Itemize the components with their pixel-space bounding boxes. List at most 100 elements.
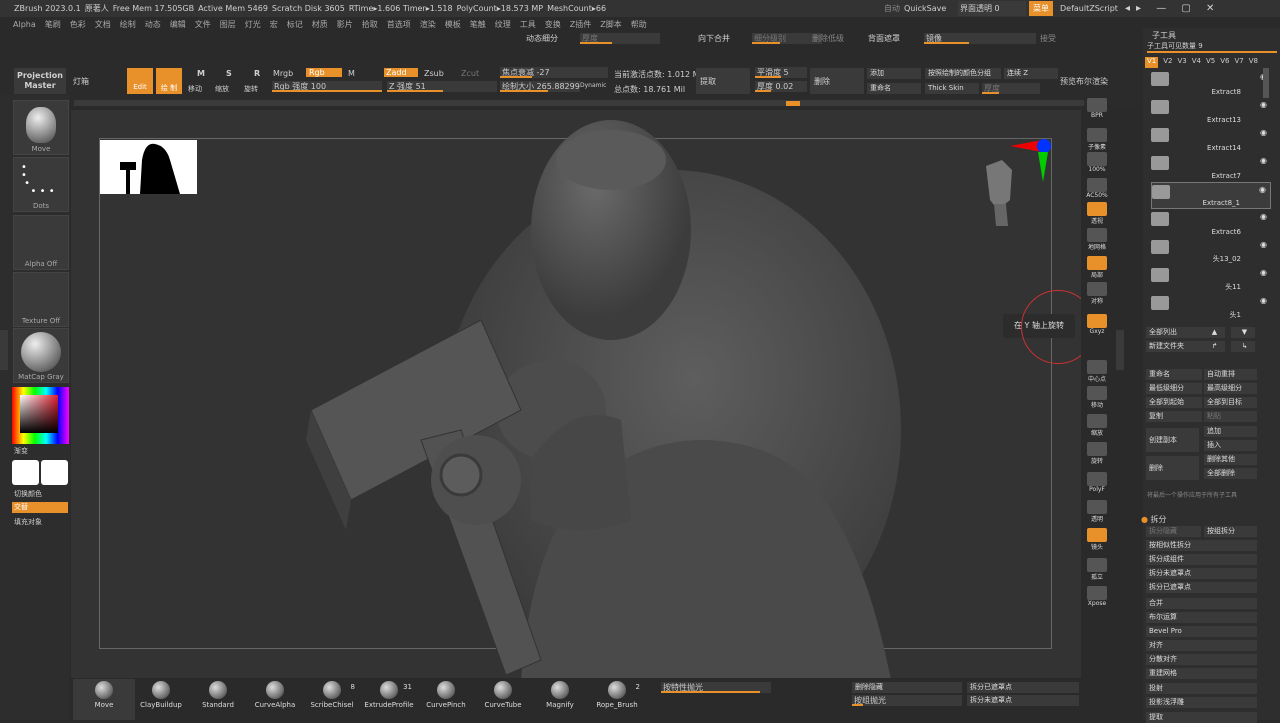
smooth-slider[interactable]: 厚度: [580, 33, 660, 44]
polish-groups-slider[interactable]: 按组抛光: [852, 695, 962, 706]
new-folder-button[interactable]: 新建文件夹: [1146, 341, 1206, 352]
menu-item[interactable]: 标记: [287, 19, 303, 30]
shelf-button[interactable]: Gxyz: [1083, 314, 1111, 340]
menu-item[interactable]: 渲染: [420, 19, 436, 30]
rotate-mode-button[interactable]: 旋转: [244, 84, 258, 94]
stroke-thumbnail[interactable]: • • • • • • Dots: [13, 157, 69, 212]
brush-button[interactable]: ExtrudeProfile 31: [358, 679, 420, 720]
menu-item[interactable]: 影片: [337, 19, 353, 30]
left-collapse-handle[interactable]: [0, 330, 8, 370]
version-tab[interactable]: V4: [1192, 57, 1201, 68]
menu-item[interactable]: 笔触: [470, 19, 486, 30]
color-picker[interactable]: [12, 387, 69, 444]
mirror-slider[interactable]: 镜像: [924, 33, 1036, 44]
version-tab[interactable]: V6: [1220, 57, 1229, 68]
draw-size-slider[interactable]: 绘制大小 265.88299: [500, 81, 580, 92]
append-button[interactable]: 追加: [1204, 426, 1257, 437]
boolean-section[interactable]: 布尔运算: [1146, 612, 1257, 623]
viewport-canvas[interactable]: 在 Y 轴上旋转: [71, 110, 1081, 678]
secondary-color-swatch[interactable]: [41, 460, 68, 485]
alternate-button[interactable]: 交替: [12, 502, 68, 513]
shelf-button[interactable]: 旋转: [1083, 442, 1111, 468]
zsub-button[interactable]: Zsub: [424, 69, 444, 78]
menu-item[interactable]: Alpha: [13, 20, 36, 29]
project-shallow-section[interactable]: 投影浅浮雕: [1146, 697, 1257, 708]
shelf-button[interactable]: 对称: [1083, 282, 1111, 308]
menu-item[interactable]: 材质: [312, 19, 328, 30]
all-low-button[interactable]: 全部到起始: [1146, 397, 1202, 408]
shelf-button[interactable]: 地网格: [1083, 228, 1111, 254]
back-mask-button[interactable]: 背面遮罩: [868, 33, 900, 44]
list-all-button[interactable]: 全部列出: [1146, 327, 1206, 338]
merge-up-icon[interactable]: ↱: [1201, 341, 1225, 352]
menu-item[interactable]: Z脚本: [600, 19, 621, 30]
extract-smooth-slider[interactable]: 平滑度 5: [755, 67, 807, 78]
visible-count-slider[interactable]: 子工具可见数量 9: [1147, 41, 1259, 50]
delete-subtool-button[interactable]: 删除: [1146, 456, 1199, 480]
z-intensity-slider[interactable]: Z 强度 51: [387, 81, 497, 92]
auto-reorder-button[interactable]: 自动重排: [1204, 369, 1257, 380]
project-section[interactable]: 投射: [1146, 683, 1257, 694]
switch-color-button[interactable]: 切换颜色: [14, 489, 42, 499]
shelf-button[interactable]: 透明: [1083, 500, 1111, 526]
subtool-row[interactable]: ◉ Extract13: [1151, 98, 1271, 125]
dynamic-button[interactable]: Dynamic: [580, 82, 606, 89]
menu-item[interactable]: 变换: [545, 19, 561, 30]
split-unmasked-bottom-button[interactable]: 拆分未遮罩点: [967, 695, 1079, 706]
axis-gizmo-icon[interactable]: [1008, 138, 1056, 188]
extract-button[interactable]: 提取: [696, 68, 750, 94]
shelf-button[interactable]: Xpose: [1083, 586, 1111, 612]
brush-button[interactable]: Standard: [187, 679, 249, 720]
fill-object-button[interactable]: 填充对象: [14, 517, 42, 527]
eye-icon[interactable]: ◉: [1260, 156, 1267, 165]
delete-all-button[interactable]: 全部删除: [1204, 468, 1257, 479]
subtool-row[interactable]: ◉ Extract6: [1151, 210, 1271, 237]
highest-subdiv-button[interactable]: 最高级细分: [1204, 383, 1257, 394]
subtool-row[interactable]: ◉ Extract7: [1151, 154, 1271, 181]
shelf-button[interactable]: BPR: [1083, 98, 1111, 124]
shelf-button[interactable]: PolyF: [1083, 472, 1111, 498]
insert-button[interactable]: 插入: [1204, 440, 1257, 451]
brush-button[interactable]: CurveTube: [472, 679, 534, 720]
menu-item[interactable]: 工具: [520, 19, 536, 30]
version-tab[interactable]: V2: [1163, 57, 1172, 68]
subtool-row[interactable]: ◉ 头13_02: [1151, 238, 1271, 265]
version-tab[interactable]: V1: [1145, 57, 1159, 68]
accept-button[interactable]: 接受: [1040, 33, 1056, 44]
version-tab[interactable]: V5: [1206, 57, 1215, 68]
draw-button[interactable]: 绘 制: [156, 68, 182, 94]
delete-other-button[interactable]: 删除其他: [1204, 454, 1257, 465]
version-tab[interactable]: V8: [1249, 57, 1258, 68]
distribute-section[interactable]: 分散对齐: [1146, 654, 1257, 665]
menu-item[interactable]: Z插件: [570, 19, 591, 30]
paste-button[interactable]: 粘贴: [1204, 411, 1257, 422]
rename-subtool-button[interactable]: 重命名: [1146, 369, 1202, 380]
subtool-row[interactable]: ◉ 头11: [1151, 266, 1271, 293]
zadd-button[interactable]: Zadd: [384, 68, 418, 77]
split-similar-button[interactable]: 按相似性拆分: [1146, 540, 1257, 551]
menu-item[interactable]: 首选项: [387, 19, 411, 30]
lowest-subdiv-button[interactable]: 最低级细分: [1146, 383, 1202, 394]
shelf-button[interactable]: 透视: [1083, 202, 1111, 228]
align-section[interactable]: 对齐: [1146, 640, 1257, 651]
quicksave-button[interactable]: QuickSave: [904, 1, 946, 16]
shelf-button[interactable]: 子像素: [1083, 128, 1111, 154]
window-controls[interactable]: ◂▸ — ▢ ✕: [1125, 1, 1220, 16]
merge-down-button[interactable]: 向下合并: [698, 33, 730, 44]
menu-item[interactable]: 色彩: [70, 19, 86, 30]
brush-button[interactable]: CurveAlpha: [244, 679, 306, 720]
delete-hidden-button[interactable]: 删除隐藏: [852, 682, 962, 693]
transparency-slider[interactable]: 界面透明 0: [958, 1, 1026, 16]
create-copy-button[interactable]: 创建副本: [1146, 428, 1199, 452]
rgb-button[interactable]: Rgb: [306, 68, 342, 77]
alpha-thumbnail[interactable]: Alpha Off: [13, 215, 69, 270]
texture-thumbnail[interactable]: Texture Off: [13, 272, 69, 327]
shelf-button[interactable]: 镜头: [1083, 528, 1111, 554]
bevel-pro-section[interactable]: Bevel Pro: [1146, 626, 1257, 637]
subtool-row[interactable]: ◉ Extract14: [1151, 126, 1271, 153]
merge-section[interactable]: 合并: [1146, 598, 1257, 609]
eye-icon[interactable]: ◉: [1259, 185, 1266, 194]
menu-item[interactable]: 笔刷: [45, 19, 61, 30]
menu-item[interactable]: 文件: [195, 19, 211, 30]
add-button[interactable]: 添加: [867, 68, 921, 79]
